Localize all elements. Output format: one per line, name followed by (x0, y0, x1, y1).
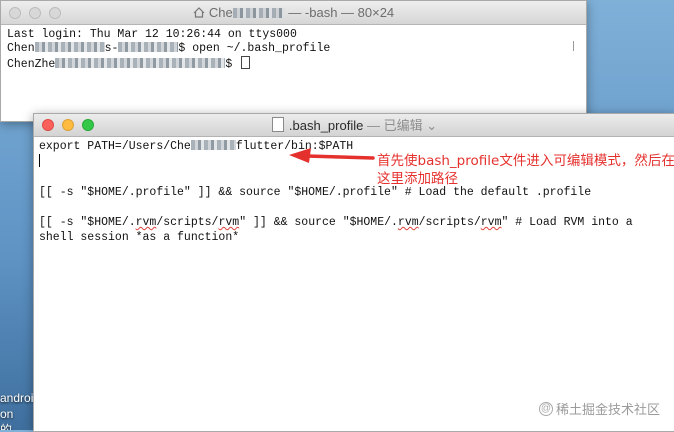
terminal-line: ChenZhe $ (7, 56, 580, 72)
desktop-text-line: on的... (0, 407, 23, 430)
terminal-title: Che — -bash — 80×24 (1, 1, 586, 24)
editor-text: /scripts/ (156, 216, 219, 229)
editor-filename: .bash_profile (288, 118, 364, 133)
terminal-output[interactable]: Last login: Thu Mar 12 10:26:44 on ttys0… (1, 25, 586, 75)
chevron-down-icon[interactable]: ⌄ (426, 118, 437, 133)
home-icon (193, 7, 205, 18)
misspelled-word: rvm (480, 216, 502, 229)
editor-line: [[ -s "$HOME/.rvm/scripts/rvm" ]] && sou… (39, 215, 670, 230)
text-caret (39, 154, 40, 167)
editor-text: " ]] && source "$HOME/. (239, 216, 398, 229)
terminal-line: Last login: Thu Mar 12 10:26:44 on ttys0… (7, 28, 297, 41)
misspelled-word: rvm (218, 216, 240, 229)
misspelled-word: rvm (397, 216, 419, 229)
terminal-text: Chen (7, 42, 35, 55)
editor-title: .bash_profile — 已编辑 ⌄ (34, 114, 674, 137)
terminal-text: ChenZhe (7, 58, 56, 71)
terminal-text: s- (104, 42, 119, 55)
editor-line: shell session *as a function* (39, 231, 240, 244)
redacted-text (55, 58, 226, 68)
at-icon: @ (538, 401, 553, 416)
editor-text: /scripts/ (418, 216, 481, 229)
desktop-text-line: android (0, 391, 33, 405)
scrollbar-marker (573, 41, 574, 51)
editor-status: — 已编辑 (363, 118, 427, 133)
terminal-command: $ open ~/.bash_profile (178, 42, 331, 55)
editor-text: " # Load RVM into a (501, 216, 633, 229)
terminal-prompt: $ (225, 58, 240, 71)
editor-text: export PATH=/Users/Che (39, 140, 191, 153)
misspelled-word: rvm (135, 216, 157, 229)
document-icon (271, 117, 284, 132)
desktop-item-label: android on的... (0, 390, 33, 430)
watermark: @ 稀土掘金技术社区 (538, 399, 660, 418)
annotation-text: 首先使bash_profile文件进入可编辑模式，然后在这里添加路径 (377, 153, 674, 187)
terminal-line: Chen s- $ open ~/.bash_profile (7, 42, 580, 56)
watermark-text: 稀土掘金技术社区 (555, 402, 660, 417)
redacted-text (118, 42, 179, 52)
terminal-titlebar[interactable]: Che — -bash — 80×24 (1, 1, 586, 25)
redacted-text (190, 140, 236, 150)
terminal-title-suffix: — -bash — 80×24 (284, 5, 395, 20)
editor-titlebar[interactable]: .bash_profile — 已编辑 ⌄ (34, 114, 674, 137)
terminal-cursor (241, 56, 251, 69)
redacted-text (34, 42, 105, 52)
editor-text: [[ -s "$HOME/. (39, 216, 136, 229)
redacted-text (232, 8, 285, 18)
terminal-title-prefix: Che (208, 5, 233, 20)
annotation-arrow (289, 148, 375, 163)
terminal-window[interactable]: Che — -bash — 80×24 Last login: Thu Mar … (0, 0, 587, 122)
